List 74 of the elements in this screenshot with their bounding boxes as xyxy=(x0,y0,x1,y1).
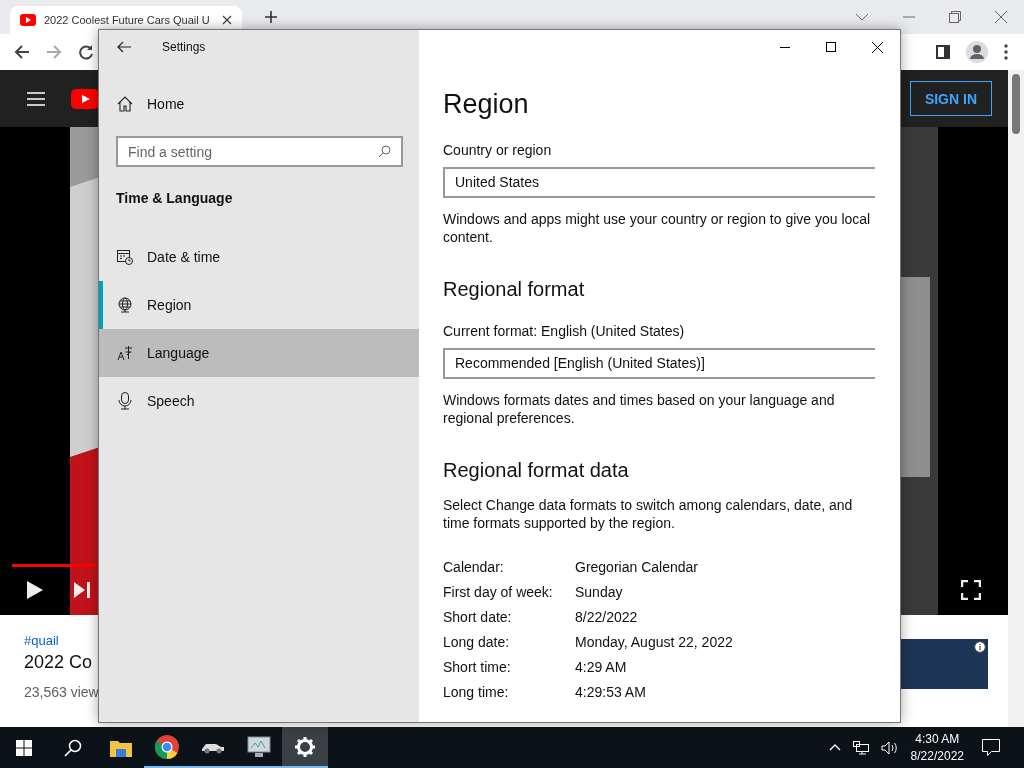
scrollbar[interactable] xyxy=(1008,70,1024,727)
windows-logo-icon[interactable] xyxy=(16,739,32,756)
sign-in-button[interactable]: SIGN IN xyxy=(909,81,992,116)
globe-icon xyxy=(117,297,133,313)
row-value: Gregorian Calendar xyxy=(575,558,698,575)
row-label: Short time: xyxy=(443,658,511,675)
maximize-icon[interactable] xyxy=(826,42,836,52)
reload-icon[interactable] xyxy=(78,44,94,60)
clock-time[interactable]: 4:30 AM xyxy=(915,730,960,748)
format-dropdown[interactable]: Recommended [English (United States)] xyxy=(443,348,875,379)
menu-icon[interactable] xyxy=(27,91,45,106)
monitor-icon xyxy=(247,735,271,758)
row-value: Monday, August 22, 2022 xyxy=(575,633,733,650)
view-count: 23,563 view xyxy=(24,684,99,700)
browser-tab[interactable]: 2022 Coolest Future Cars Quail U xyxy=(10,6,242,34)
country-dropdown[interactable]: United States xyxy=(443,167,875,198)
calendar-clock-icon xyxy=(117,249,133,265)
side-panel-icon[interactable] xyxy=(936,45,950,59)
notification-icon[interactable] xyxy=(982,739,1000,756)
chrome-icon xyxy=(155,734,179,759)
description: Select Change data formats to switch among calendars, date, and time formats supported by the region. xyxy=(443,496,854,532)
field-label: Current format: English (United States) xyxy=(443,322,686,341)
search-field[interactable]: Find a setting xyxy=(116,136,403,167)
page-title: Region xyxy=(443,88,530,121)
back-icon[interactable] xyxy=(117,41,131,53)
row-label: Calendar: xyxy=(443,558,504,575)
folder-icon xyxy=(110,738,132,757)
row-label: First day of week: xyxy=(443,583,553,600)
description: Windows formats dates and times based on your language and regional preferences. xyxy=(443,391,836,427)
section-heading: Regional format xyxy=(443,277,586,302)
language-icon xyxy=(117,345,133,361)
row-value: Sunday xyxy=(575,583,623,600)
row-value: 4:29 AM xyxy=(575,658,627,675)
search-icon xyxy=(378,145,391,158)
play-icon[interactable] xyxy=(27,581,43,599)
home-icon xyxy=(117,96,133,112)
nav-item[interactable]: Speech xyxy=(99,377,419,425)
chevron-up-icon[interactable] xyxy=(828,744,841,751)
hashtag-link[interactable]: #quail xyxy=(24,633,59,648)
taskbar-app[interactable] xyxy=(282,727,328,768)
row-label: Long date: xyxy=(443,633,510,650)
skip-next-icon[interactable] xyxy=(74,582,90,598)
clock-date[interactable]: 8/22/2022 xyxy=(910,747,964,765)
window-title: Settings xyxy=(162,40,206,54)
row-label: Short date: xyxy=(443,608,512,625)
nav-item[interactable]: Date & time xyxy=(99,233,419,281)
row-label: Long time: xyxy=(443,683,509,700)
minimize-icon[interactable] xyxy=(780,46,790,48)
nav-item[interactable]: Language xyxy=(99,329,419,377)
close-icon[interactable] xyxy=(872,41,883,53)
settings-icon xyxy=(295,736,315,757)
volume-icon[interactable] xyxy=(880,740,899,755)
section-heading: Regional format data xyxy=(443,458,630,483)
restore-icon[interactable] xyxy=(949,11,961,23)
microphone-icon xyxy=(117,392,133,410)
menu-icon[interactable] xyxy=(1004,44,1008,60)
chevron-down-icon[interactable] xyxy=(855,13,869,21)
profile-icon[interactable] xyxy=(966,41,988,63)
play-logo-icon[interactable] xyxy=(71,88,99,109)
row-value: 4:29:53 AM xyxy=(575,683,646,700)
home-link[interactable]: Home xyxy=(99,84,419,124)
back-icon[interactable] xyxy=(14,44,30,60)
section-heading: Time & Language xyxy=(116,189,234,208)
info-icon[interactable] xyxy=(974,641,986,653)
description: Windows and apps might use your country or region to give you local content. xyxy=(443,210,872,246)
play-logo-icon xyxy=(20,14,36,26)
video-title: 2022 Co xyxy=(24,652,93,673)
fullscreen-icon[interactable] xyxy=(961,580,981,600)
network-icon[interactable] xyxy=(852,740,869,755)
field-label: Country or region xyxy=(443,141,553,160)
plus-icon[interactable] xyxy=(264,10,278,24)
close-icon[interactable] xyxy=(222,15,232,25)
search-icon[interactable] xyxy=(64,738,82,757)
row-value: 8/22/2022 xyxy=(575,608,638,625)
